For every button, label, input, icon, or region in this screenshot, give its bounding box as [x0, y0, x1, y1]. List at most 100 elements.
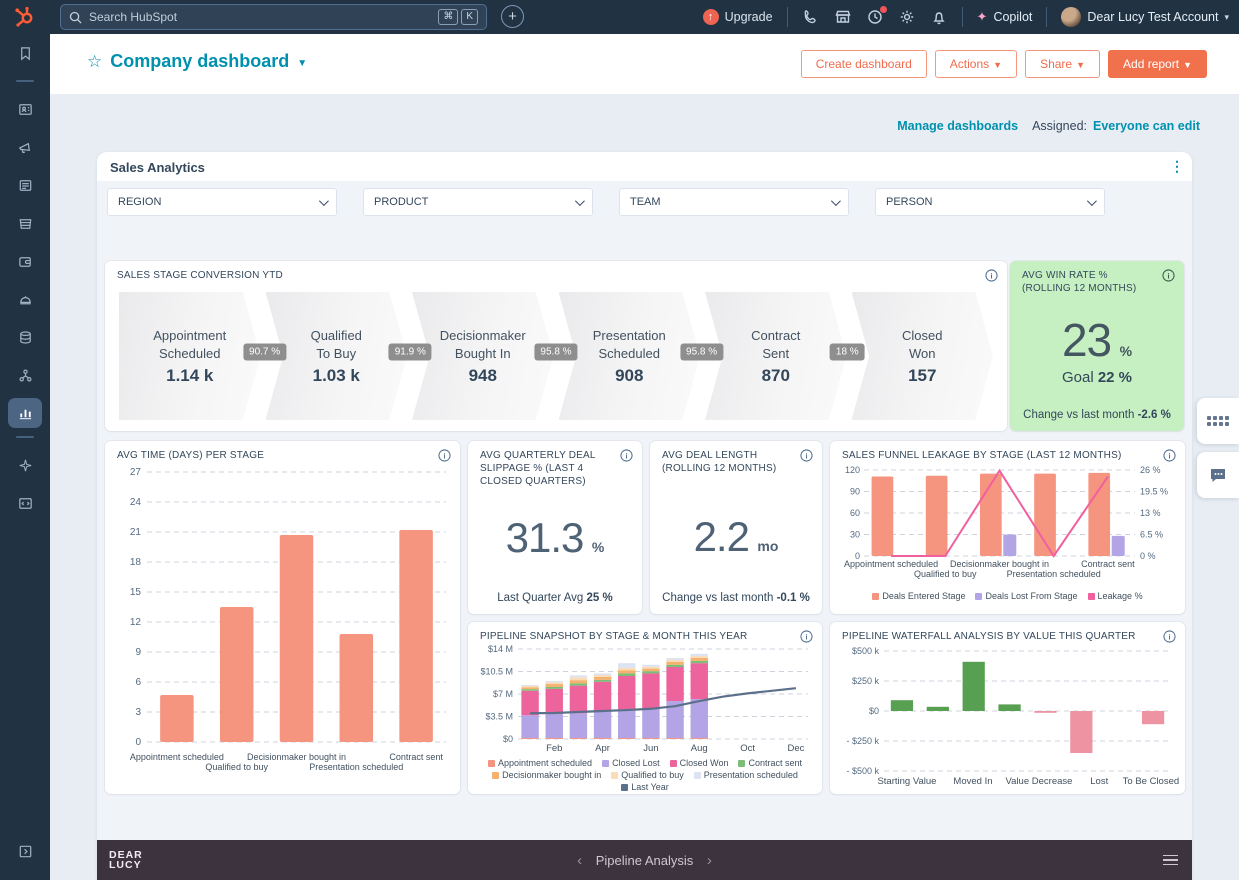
- chevron-right-icon[interactable]: ›: [707, 852, 712, 869]
- chevron-down-icon: ▼: [993, 60, 1003, 70]
- sidebar-item-crm[interactable]: [0, 90, 50, 128]
- filter-product[interactable]: PRODUCT: [363, 188, 593, 216]
- tile-title: SALES FUNNEL LEAKAGE BY STAGE (LAST 12 M…: [842, 450, 1122, 461]
- legend-item: Presentation scheduled: [693, 770, 798, 781]
- pipeline-snapshot-chart: $0 $3.5 M $7 M $10.5 M $14 M Feb Apr Jun Aug Oct D…: [480, 644, 808, 754]
- svg-text:18: 18: [130, 557, 142, 568]
- dashboard-header: ☆ Company dashboard ▼ Create dashboard A…: [50, 34, 1239, 94]
- dashboard-subheader: Manage dashboards Assigned: Everyone can…: [897, 119, 1200, 133]
- legend-item: Closed Won: [669, 758, 728, 769]
- footer-nav-label[interactable]: Pipeline Analysis: [596, 853, 694, 868]
- top-navigation-bar: ⌘ K + ↑ Upgrade: [0, 0, 1239, 34]
- conversion-badge: 91.9 %: [388, 343, 432, 361]
- info-icon[interactable]: i: [800, 449, 813, 462]
- sidebar-item-bookmarks[interactable]: [0, 34, 50, 72]
- dearlucy-footer-bar: DEAR LUCY ‹ Pipeline Analysis ›: [97, 840, 1192, 880]
- kpi-footnote: Last Quarter Avg 25 %: [497, 592, 613, 604]
- svg-text:Appointment scheduled: Appointment scheduled: [130, 752, 224, 762]
- favorite-star-icon[interactable]: ☆: [87, 52, 102, 72]
- tile-title: PIPELINE SNAPSHOT BY STAGE & MONTH THIS …: [480, 631, 748, 642]
- assigned-label: Assigned:: [1032, 119, 1087, 133]
- info-icon[interactable]: i: [800, 630, 813, 643]
- footer-menu-icon[interactable]: [1163, 854, 1178, 866]
- svg-text:Jun: Jun: [643, 743, 658, 753]
- svg-text:Contract sent: Contract sent: [1081, 559, 1135, 569]
- add-report-button[interactable]: Add report ▼: [1108, 50, 1207, 78]
- svg-text:Appointment scheduled: Appointment scheduled: [844, 559, 938, 569]
- svg-text:0: 0: [135, 737, 141, 748]
- kpi-value: 23: [1061, 314, 1112, 366]
- svg-text:Qualified to buy: Qualified to buy: [205, 762, 268, 772]
- filter-team[interactable]: TEAM: [619, 188, 849, 216]
- deal-length-tile: AVG DEAL LENGTH (ROLLING 12 MONTHS) i 2.…: [650, 441, 822, 614]
- dashboard-title-menu[interactable]: ☆ Company dashboard ▼: [87, 51, 307, 72]
- svg-text:Aug: Aug: [691, 743, 708, 753]
- legend-item: Leakage %: [1087, 591, 1143, 602]
- quick-create-button[interactable]: +: [501, 5, 524, 28]
- manage-dashboards-link[interactable]: Manage dashboards: [897, 119, 1018, 133]
- sidebar-item-payments[interactable]: [0, 242, 50, 280]
- svg-text:Decisionmaker bought in: Decisionmaker bought in: [247, 752, 346, 762]
- funnel-stage: Contract Sent 870: [705, 292, 847, 420]
- copilot-button[interactable]: ✦ Copilot: [977, 9, 1033, 25]
- upgrade-button[interactable]: ↑ Upgrade: [702, 9, 773, 25]
- search-input[interactable]: [89, 10, 436, 24]
- sidebar-item-breeze[interactable]: [0, 446, 50, 484]
- legend-item: Deals Entered Stage: [872, 591, 965, 602]
- info-icon[interactable]: i: [1163, 449, 1176, 462]
- sidebar-item-automations[interactable]: [0, 356, 50, 394]
- sidebar-item-marketing[interactable]: [0, 128, 50, 166]
- kpi-change: Change vs last month -2.6 %: [1023, 409, 1171, 421]
- notifications-bell-icon[interactable]: [930, 8, 948, 26]
- kpi-value: 31.3: [505, 514, 585, 561]
- sidebar-item-content[interactable]: [0, 166, 50, 204]
- svg-text:Presentation scheduled: Presentation scheduled: [309, 762, 403, 772]
- settings-gear-icon[interactable]: [898, 8, 916, 26]
- share-button[interactable]: Share ▼: [1025, 50, 1101, 78]
- svg-text:$14 M: $14 M: [488, 644, 513, 654]
- sidebar-item-data[interactable]: [0, 318, 50, 356]
- create-dashboard-button[interactable]: Create dashboard: [800, 50, 927, 78]
- waterfall-chart: $500 k $250 k $0 - $250 k - $500 kStarting V…: [846, 646, 1179, 787]
- actions-button[interactable]: Actions ▼: [934, 50, 1018, 78]
- chevron-down-icon: [1086, 195, 1097, 206]
- svg-text:$500 k: $500 k: [852, 646, 880, 656]
- avatar: [1061, 7, 1082, 27]
- grid-dots-icon: [1207, 416, 1229, 426]
- tile-title: AVG WIN RATE % (ROLLING 12 MONTHS): [1022, 270, 1137, 294]
- funnel-tile: SALES STAGE CONVERSION YTD i Appointment…: [105, 261, 1007, 431]
- card-options-menu[interactable]: ⋮: [1170, 158, 1184, 175]
- drag-handle-button[interactable]: [1197, 398, 1239, 444]
- svg-text:3: 3: [135, 707, 141, 718]
- chat-bubble-icon: [1211, 469, 1225, 482]
- feedback-chat-button[interactable]: [1197, 452, 1239, 498]
- hubspot-logo-icon[interactable]: [14, 6, 36, 28]
- calling-icon[interactable]: [802, 8, 820, 26]
- help-icon[interactable]: [866, 5, 888, 26]
- chevron-left-icon[interactable]: ‹: [577, 852, 582, 869]
- sidebar-item-developer[interactable]: [0, 484, 50, 522]
- sidebar-item-reporting-active[interactable]: [8, 398, 42, 428]
- info-icon[interactable]: i: [1163, 630, 1176, 643]
- info-icon[interactable]: i: [985, 269, 998, 282]
- account-menu[interactable]: Dear Lucy Test Account ▾: [1061, 7, 1229, 27]
- legend-item: Last Year: [621, 782, 669, 793]
- info-icon[interactable]: i: [438, 449, 451, 462]
- filter-person[interactable]: PERSON: [875, 188, 1105, 216]
- assigned-value-link[interactable]: Everyone can edit: [1093, 119, 1200, 133]
- sidebar-item-service[interactable]: [0, 280, 50, 318]
- left-sidebar: [0, 34, 50, 880]
- svg-text:i: i: [625, 451, 627, 460]
- filter-region[interactable]: REGION: [107, 188, 337, 216]
- info-icon[interactable]: i: [1162, 269, 1175, 282]
- global-search[interactable]: ⌘ K: [60, 4, 487, 30]
- svg-text:21: 21: [130, 527, 142, 538]
- kpi-unit: %: [1119, 343, 1133, 359]
- sidebar-item-commerce[interactable]: [0, 204, 50, 242]
- info-icon[interactable]: i: [620, 449, 633, 462]
- database-icon: [19, 330, 31, 344]
- svg-text:Contract sent: Contract sent: [389, 752, 443, 762]
- marketplace-icon[interactable]: [834, 8, 852, 26]
- tile-title: AVG DEAL LENGTH (ROLLING 12 MONTHS): [662, 450, 777, 474]
- sidebar-collapse-button[interactable]: [0, 832, 50, 870]
